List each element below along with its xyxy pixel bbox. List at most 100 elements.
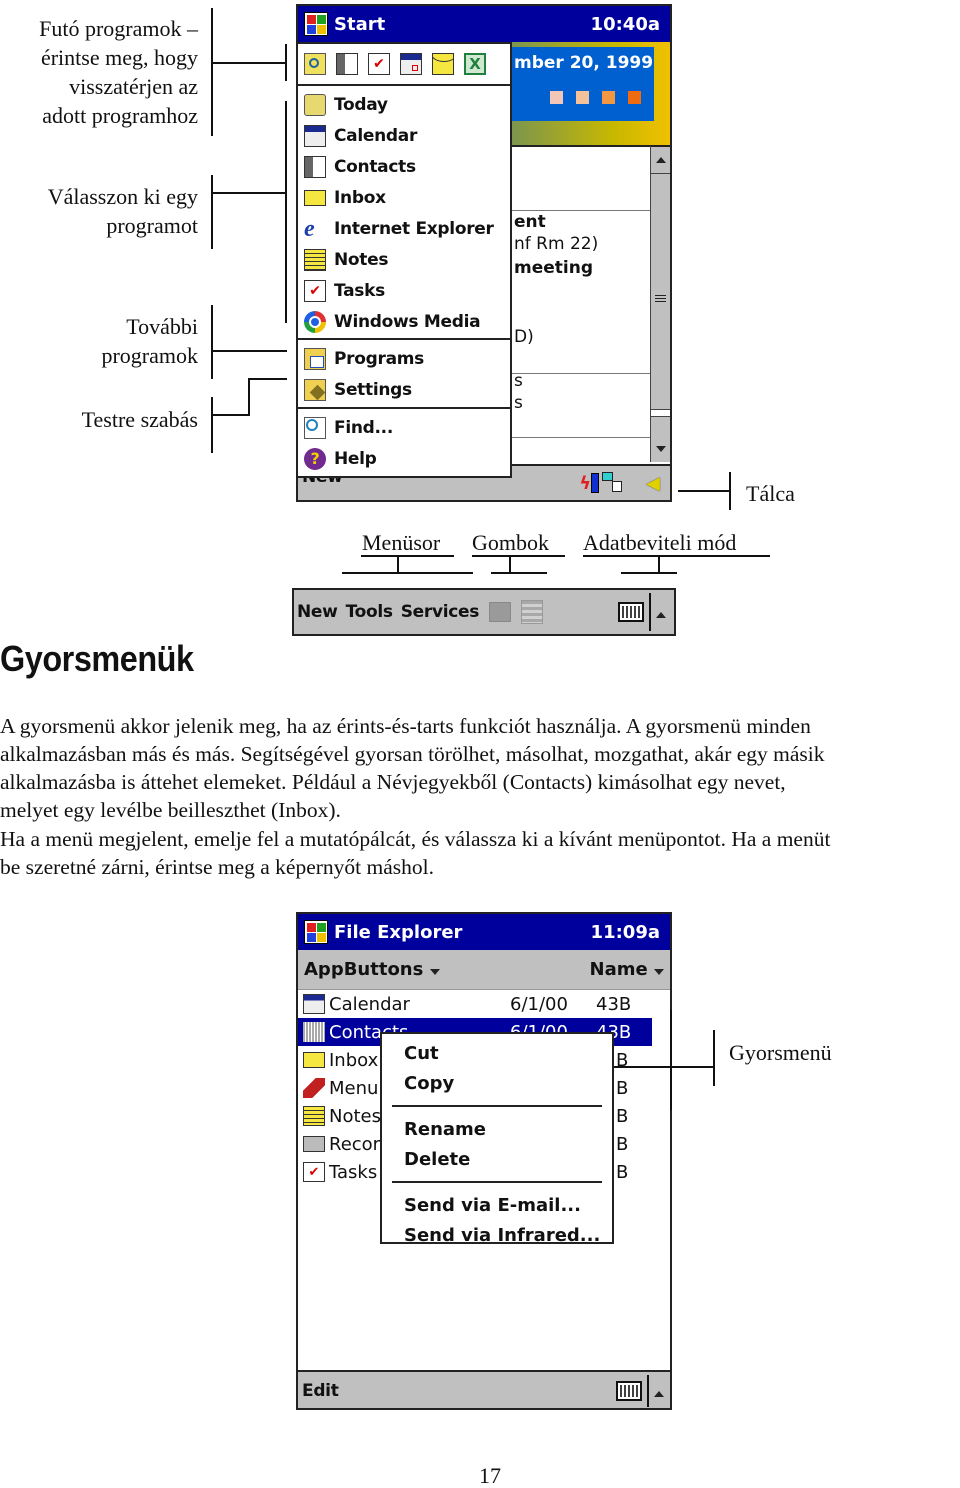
appointment-location[interactable]: nf Rm 22): [514, 234, 598, 254]
scroll-thumb-grip[interactable]: [655, 295, 666, 302]
bracket-line: [211, 397, 213, 453]
connection-icon[interactable]: [602, 472, 624, 494]
bracket-line: [678, 490, 730, 492]
context-item-send-infrared[interactable]: Send via Infrared...: [382, 1220, 612, 1250]
help-icon: ?: [304, 447, 326, 470]
body-line: be szeretné zárni, érintse meg a képerny…: [0, 855, 434, 879]
start-item-programs[interactable]: Programs: [298, 343, 510, 374]
start-item-windows-media[interactable]: Windows Media: [298, 306, 510, 337]
sort-dropdown[interactable]: Name: [590, 959, 664, 980]
start-item-internet-explorer[interactable]: e Internet Explorer: [298, 213, 510, 244]
bracket-line: [211, 175, 213, 249]
context-menu: Cut Copy Rename Delete Send via E-mail..…: [380, 1032, 614, 1246]
body-line: melyet egy levélbe beilleszthet (Inbox).: [0, 798, 341, 822]
bracket-line: [211, 414, 249, 416]
menu-divider: [392, 1181, 602, 1183]
windows-flag-icon[interactable]: [304, 12, 328, 36]
input-menu-arrow[interactable]: [656, 603, 666, 622]
input-menu-arrow[interactable]: [654, 1382, 664, 1401]
appointment-text[interactable]: meeting: [514, 258, 593, 278]
body-line: A gyorsmenü akkor jelenik meg, ha az éri…: [0, 714, 811, 738]
programs-icon: [304, 347, 326, 370]
bracket-line: [342, 572, 473, 574]
keyboard-icon[interactable]: [618, 602, 644, 622]
file-date: 6/1/00: [510, 993, 568, 1015]
app-title[interactable]: File Explorer: [334, 922, 462, 943]
search-folder-icon[interactable]: [304, 53, 326, 75]
menu-new[interactable]: New: [297, 602, 338, 622]
scroll-down-button[interactable]: [651, 436, 670, 462]
menu-tools[interactable]: Tools: [346, 602, 393, 622]
chevron-down-icon: [429, 969, 440, 975]
appointment-text[interactable]: ent: [514, 212, 546, 232]
keyboard-icon[interactable]: [616, 1381, 642, 1401]
calendar-icon[interactable]: [400, 53, 422, 75]
scrollbar[interactable]: [650, 145, 670, 462]
folder-dropdown[interactable]: AppButtons: [304, 959, 440, 980]
menu-label: Settings: [334, 379, 412, 400]
bracket-line: [211, 8, 213, 136]
menu-label: Calendar: [334, 125, 418, 146]
start-label[interactable]: Start: [334, 14, 385, 35]
context-item-cut[interactable]: Cut: [382, 1038, 612, 1068]
start-item-calendar[interactable]: Calendar: [298, 120, 510, 151]
start-item-tasks[interactable]: ✔ Tasks: [298, 275, 510, 306]
file-row[interactable]: Calendar 6/1/00 43B: [298, 990, 652, 1018]
task-text[interactable]: s: [514, 393, 523, 413]
callout-buttons: Gombok: [472, 530, 549, 555]
menu-services[interactable]: Services: [401, 602, 480, 622]
task-text[interactable]: s: [514, 371, 523, 391]
callout-line: Válasszon ki egy: [47, 184, 198, 209]
windows-flag-icon[interactable]: [304, 920, 328, 944]
sort-label: Name: [589, 959, 648, 980]
context-item-send-email[interactable]: Send via E-mail...: [382, 1190, 612, 1220]
start-item-inbox[interactable]: Inbox: [298, 182, 510, 213]
color-dots: [550, 91, 641, 104]
dot: [576, 91, 589, 104]
bracket-line: [397, 555, 399, 573]
menu-label: Programs: [334, 348, 424, 369]
inbox-icon[interactable]: [432, 53, 454, 75]
file-name: Calendar: [329, 993, 410, 1015]
appointment-location[interactable]: D): [514, 327, 534, 347]
callout-line: visszatérjen az: [69, 74, 198, 99]
file-size: 43B: [596, 993, 632, 1015]
context-item-rename[interactable]: Rename: [382, 1114, 612, 1144]
rocket-icon: [303, 1078, 325, 1098]
contacts-icon[interactable]: [336, 53, 358, 75]
context-item-copy[interactable]: Copy: [382, 1068, 612, 1098]
start-item-notes[interactable]: Notes: [298, 244, 510, 275]
today-date: mber 20, 1999: [514, 53, 654, 73]
tasks-icon[interactable]: ✔: [368, 53, 390, 75]
edit-menu[interactable]: Edit: [302, 1381, 339, 1401]
start-item-settings[interactable]: Settings: [298, 374, 510, 405]
arrow-up-icon: [656, 611, 666, 618]
start-item-contacts[interactable]: Contacts: [298, 151, 510, 182]
settings-icon: [304, 378, 326, 401]
menu-label: Windows Media: [334, 311, 481, 332]
excel-icon[interactable]: X: [464, 53, 486, 75]
title-bar: Start 10:40a: [298, 6, 670, 42]
menu-label: Internet Explorer: [334, 218, 494, 239]
speaker-icon[interactable]: ◀: [646, 473, 660, 494]
clock[interactable]: 11:09a: [591, 922, 660, 943]
clock[interactable]: 10:40a: [591, 14, 660, 35]
bracket-line: [658, 555, 660, 573]
contacts-icon: [303, 1022, 325, 1042]
sync-button-icon[interactable]: [489, 602, 512, 622]
start-item-find[interactable]: Find...: [298, 412, 510, 443]
callout-line: érintse meg, hogy: [40, 45, 198, 70]
start-item-help[interactable]: ? Help: [298, 443, 510, 474]
menu-label: Tasks: [334, 280, 385, 301]
scroll-thumb-end: [651, 409, 670, 417]
bracket-line: [211, 62, 287, 64]
battery-icon[interactable]: ϟ: [579, 473, 600, 494]
context-item-delete[interactable]: Delete: [382, 1144, 612, 1174]
start-item-today[interactable]: Today: [298, 89, 510, 120]
scroll-up-button[interactable]: [651, 147, 670, 174]
menu-label: Find...: [334, 417, 393, 438]
calendar-icon: [303, 994, 325, 1014]
menubar-example: New Tools Services: [292, 588, 676, 636]
file-size: B: [616, 1133, 629, 1155]
connect-button-icon[interactable]: [521, 600, 544, 624]
